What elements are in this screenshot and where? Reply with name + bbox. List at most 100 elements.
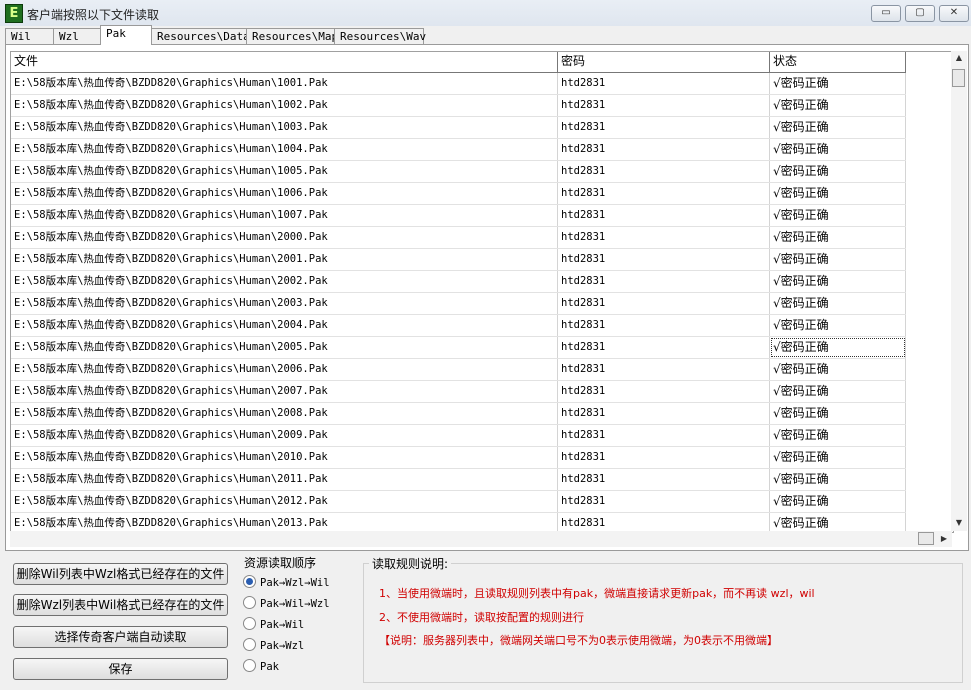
file-path-cell[interactable]: E:\58版本库\热血传奇\BZDD820\Graphics\Human\200… (11, 315, 558, 336)
status-cell[interactable]: √密码正确 (770, 359, 906, 380)
file-path-cell[interactable]: E:\58版本库\热血传奇\BZDD820\Graphics\Human\100… (11, 183, 558, 204)
column-header-password[interactable]: 密码 (558, 52, 770, 72)
password-cell[interactable]: htd2831 (558, 117, 770, 138)
radio-button-icon[interactable] (243, 638, 256, 651)
table-row[interactable]: E:\58版本库\热血传奇\BZDD820\Graphics\Human\200… (11, 403, 906, 425)
password-cell[interactable]: htd2831 (558, 381, 770, 402)
password-cell[interactable]: htd2831 (558, 403, 770, 424)
scroll-down-icon[interactable]: ▼ (951, 518, 967, 527)
scroll-up-icon[interactable]: ▲ (951, 53, 967, 62)
file-grid[interactable]: 文件 密码 状态 E:\58版本库\热血传奇\BZDD820\Graphics\… (10, 51, 954, 533)
status-cell[interactable]: √密码正确 (770, 95, 906, 116)
password-cell[interactable]: htd2831 (558, 337, 770, 358)
password-cell[interactable]: htd2831 (558, 315, 770, 336)
table-row[interactable]: E:\58版本库\热血传奇\BZDD820\Graphics\Human\100… (11, 161, 906, 183)
table-row[interactable]: E:\58版本库\热血传奇\BZDD820\Graphics\Human\200… (11, 293, 906, 315)
table-row[interactable]: E:\58版本库\热血传奇\BZDD820\Graphics\Human\201… (11, 513, 906, 532)
password-cell[interactable]: htd2831 (558, 73, 770, 94)
status-cell[interactable]: √密码正确 (770, 139, 906, 160)
column-header-status[interactable]: 状态 (770, 52, 906, 72)
file-path-cell[interactable]: E:\58版本库\热血传奇\BZDD820\Graphics\Human\100… (11, 117, 558, 138)
read-order-option[interactable]: Pak→Wil→Wzl (243, 596, 330, 611)
status-cell[interactable]: √密码正确 (770, 469, 906, 490)
status-cell[interactable]: √密码正确 (770, 513, 906, 532)
table-row[interactable]: E:\58版本库\热血传奇\BZDD820\Graphics\Human\200… (11, 337, 906, 359)
file-path-cell[interactable]: E:\58版本库\热血传奇\BZDD820\Graphics\Human\100… (11, 161, 558, 182)
horizontal-scrollbar[interactable]: ▶ (10, 531, 952, 547)
tab-resources-map[interactable]: Resources\Map (246, 28, 338, 44)
status-cell[interactable]: √密码正确 (770, 249, 906, 270)
password-cell[interactable]: htd2831 (558, 469, 770, 490)
table-row[interactable]: E:\58版本库\热血传奇\BZDD820\Graphics\Human\200… (11, 315, 906, 337)
file-path-cell[interactable]: E:\58版本库\热血传奇\BZDD820\Graphics\Human\200… (11, 293, 558, 314)
file-path-cell[interactable]: E:\58版本库\热血传奇\BZDD820\Graphics\Human\200… (11, 271, 558, 292)
tab-wzl[interactable]: Wzl (53, 28, 101, 44)
file-path-cell[interactable]: E:\58版本库\热血传奇\BZDD820\Graphics\Human\201… (11, 513, 558, 532)
table-row[interactable]: E:\58版本库\热血传奇\BZDD820\Graphics\Human\200… (11, 359, 906, 381)
password-cell[interactable]: htd2831 (558, 425, 770, 446)
file-path-cell[interactable]: E:\58版本库\热血传奇\BZDD820\Graphics\Human\100… (11, 205, 558, 226)
table-row[interactable]: E:\58版本库\热血传奇\BZDD820\Graphics\Human\100… (11, 139, 906, 161)
password-cell[interactable]: htd2831 (558, 249, 770, 270)
maximize-button[interactable]: ▢ (905, 5, 935, 22)
file-path-cell[interactable]: E:\58版本库\热血传奇\BZDD820\Graphics\Human\200… (11, 403, 558, 424)
table-row[interactable]: E:\58版本库\热血传奇\BZDD820\Graphics\Human\200… (11, 425, 906, 447)
file-path-cell[interactable]: E:\58版本库\热血传奇\BZDD820\Graphics\Human\201… (11, 469, 558, 490)
file-path-cell[interactable]: E:\58版本库\热血传奇\BZDD820\Graphics\Human\200… (11, 227, 558, 248)
column-header-file[interactable]: 文件 (11, 52, 558, 72)
table-row[interactable]: E:\58版本库\热血传奇\BZDD820\Graphics\Human\100… (11, 205, 906, 227)
radio-button-icon[interactable] (243, 575, 256, 588)
file-path-cell[interactable]: E:\58版本库\热血传奇\BZDD820\Graphics\Human\201… (11, 447, 558, 468)
horizontal-scroll-thumb[interactable] (918, 532, 934, 545)
status-cell[interactable]: √密码正确 (770, 293, 906, 314)
auto-read-client-button[interactable]: 选择传奇客户端自动读取 (13, 626, 228, 648)
table-row[interactable]: E:\58版本库\热血传奇\BZDD820\Graphics\Human\100… (11, 95, 906, 117)
minimize-button[interactable]: ▭ (871, 5, 901, 22)
delete-wzl-duplicates-button[interactable]: 删除Wzl列表中Wil格式已经存在的文件 (13, 594, 228, 616)
tab-resources-data[interactable]: Resources\Data (151, 28, 250, 44)
password-cell[interactable]: htd2831 (558, 139, 770, 160)
table-row[interactable]: E:\58版本库\热血传奇\BZDD820\Graphics\Human\201… (11, 447, 906, 469)
table-row[interactable]: E:\58版本库\热血传奇\BZDD820\Graphics\Human\100… (11, 117, 906, 139)
status-cell[interactable]: √密码正确 (770, 425, 906, 446)
radio-button-icon[interactable] (243, 596, 256, 609)
file-path-cell[interactable]: E:\58版本库\热血传奇\BZDD820\Graphics\Human\200… (11, 381, 558, 402)
status-cell[interactable]: √密码正确 (770, 227, 906, 248)
status-cell[interactable]: √密码正确 (770, 117, 906, 138)
table-row[interactable]: E:\58版本库\热血传奇\BZDD820\Graphics\Human\100… (11, 73, 906, 95)
save-button[interactable]: 保存 (13, 658, 228, 680)
status-cell[interactable]: √密码正确 (770, 315, 906, 336)
file-path-cell[interactable]: E:\58版本库\热血传奇\BZDD820\Graphics\Human\201… (11, 491, 558, 512)
status-cell[interactable]: √密码正确 (770, 73, 906, 94)
password-cell[interactable]: htd2831 (558, 183, 770, 204)
status-cell[interactable]: √密码正确 (770, 381, 906, 402)
status-cell[interactable]: √密码正确 (770, 491, 906, 512)
read-order-option[interactable]: Pak (243, 659, 279, 674)
file-path-cell[interactable]: E:\58版本库\热血传奇\BZDD820\Graphics\Human\200… (11, 337, 558, 358)
table-row[interactable]: E:\58版本库\热血传奇\BZDD820\Graphics\Human\200… (11, 381, 906, 403)
scroll-right-icon[interactable]: ▶ (936, 534, 952, 543)
radio-button-icon[interactable] (243, 659, 256, 672)
tab-pak[interactable]: Pak (100, 25, 152, 45)
table-row[interactable]: E:\58版本库\热血传奇\BZDD820\Graphics\Human\201… (11, 469, 906, 491)
status-cell[interactable]: √密码正确 (770, 271, 906, 292)
tab-resources-wav[interactable]: Resources\Wav (334, 28, 426, 44)
password-cell[interactable]: htd2831 (558, 227, 770, 248)
password-cell[interactable]: htd2831 (558, 205, 770, 226)
password-cell[interactable]: htd2831 (558, 271, 770, 292)
vertical-scroll-thumb[interactable] (952, 69, 965, 87)
vertical-scrollbar[interactable]: ▲ ▼ (951, 51, 967, 531)
radio-button-icon[interactable] (243, 617, 256, 630)
tab-wil[interactable]: Wil (5, 28, 54, 44)
close-button[interactable]: ✕ (939, 5, 969, 22)
password-cell[interactable]: htd2831 (558, 293, 770, 314)
table-row[interactable]: E:\58版本库\热血传奇\BZDD820\Graphics\Human\200… (11, 249, 906, 271)
file-path-cell[interactable]: E:\58版本库\热血传奇\BZDD820\Graphics\Human\100… (11, 95, 558, 116)
read-order-option[interactable]: Pak→Wil (243, 617, 304, 632)
table-row[interactable]: E:\58版本库\热血传奇\BZDD820\Graphics\Human\100… (11, 183, 906, 205)
table-row[interactable]: E:\58版本库\热血传奇\BZDD820\Graphics\Human\201… (11, 491, 906, 513)
status-cell[interactable]: √密码正确 (770, 447, 906, 468)
file-path-cell[interactable]: E:\58版本库\热血传奇\BZDD820\Graphics\Human\200… (11, 425, 558, 446)
table-row[interactable]: E:\58版本库\热血传奇\BZDD820\Graphics\Human\200… (11, 227, 906, 249)
read-order-option[interactable]: Pak→Wzl (243, 638, 304, 653)
